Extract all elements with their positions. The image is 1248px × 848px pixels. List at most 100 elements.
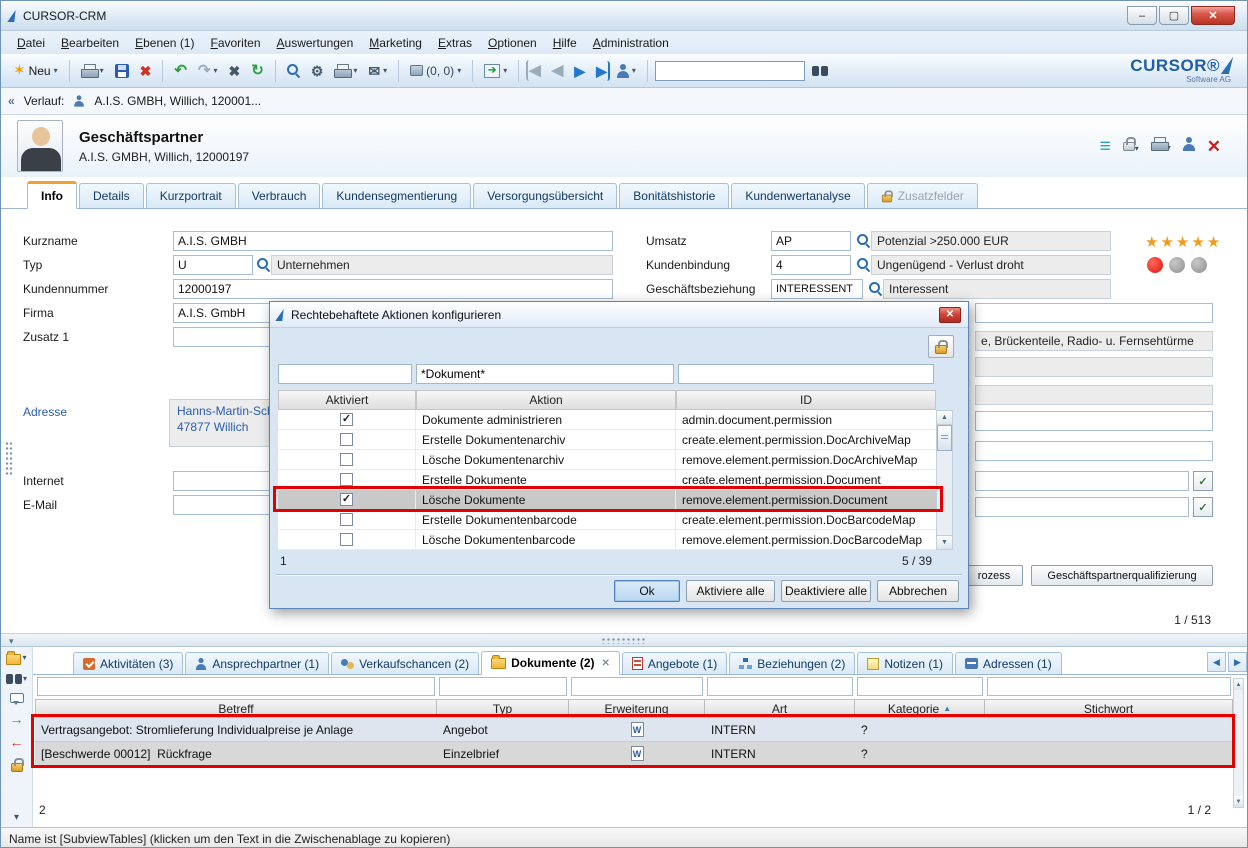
kurzname-input[interactable]: [173, 231, 613, 251]
dialog-filter-aktion[interactable]: [416, 364, 674, 384]
dialog-table-row[interactable]: Erstelle Dokumentenarchiv create.element…: [278, 430, 936, 450]
mail-button[interactable]: ✉ ▾: [364, 61, 391, 81]
tab-scroll-right-button[interactable]: ▶: [1228, 652, 1247, 672]
field-label-adresse[interactable]: Adresse: [23, 405, 67, 419]
column-header-typ[interactable]: Typ: [437, 699, 569, 718]
lookup-icon[interactable]: [869, 282, 882, 295]
lock-record-button[interactable]: ▾: [1123, 137, 1139, 156]
subview-collapse-control[interactable]: ▾: [14, 812, 19, 823]
dialog-filter-id[interactable]: [678, 364, 934, 384]
save-button[interactable]: [111, 61, 133, 81]
dialog-column-aktion[interactable]: Aktion: [416, 390, 676, 410]
menu-datei[interactable]: Datei: [9, 33, 53, 53]
tab-versorgungsuebersicht[interactable]: Versorgungsübersicht: [473, 183, 617, 208]
lookup-edit-button[interactable]: [283, 61, 304, 80]
nav-prev-button[interactable]: ◀: [548, 60, 568, 81]
activate-all-button[interactable]: Aktiviere alle: [686, 580, 775, 602]
lookup-icon[interactable]: [857, 234, 870, 247]
marked-records-control[interactable]: (0, 0) ▾: [406, 61, 465, 81]
refresh-button[interactable]: ↻: [247, 60, 268, 81]
nav-last-button[interactable]: ▶: [592, 61, 610, 81]
delete-button[interactable]: ✖: [136, 61, 156, 81]
status-text[interactable]: Name ist [SubviewTables] (klicken um den…: [9, 832, 450, 846]
right-field-2[interactable]: [975, 411, 1213, 431]
minimize-button[interactable]: –: [1127, 6, 1157, 25]
assign-person-button[interactable]: [1183, 137, 1195, 156]
vertical-splitter-handle[interactable]: [5, 441, 13, 477]
menu-bearbeiten[interactable]: Bearbeiten: [53, 33, 127, 53]
checkout-icon[interactable]: ←: [10, 735, 24, 749]
dialog-filter-aktiviert[interactable]: [278, 364, 412, 384]
checkbox[interactable]: ✓: [340, 413, 353, 426]
export-button[interactable]: ➔ ▾: [480, 61, 511, 81]
close-button[interactable]: ✕: [1191, 6, 1235, 25]
filter-betreff-input[interactable]: [37, 677, 435, 696]
layout-menu-icon[interactable]: ≡: [1100, 137, 1111, 156]
tab-scroll-left-button[interactable]: ◀: [1207, 652, 1226, 672]
kundennummer-input[interactable]: [173, 279, 613, 299]
column-header-art[interactable]: Art: [705, 699, 855, 718]
menu-extras[interactable]: Extras: [430, 33, 480, 53]
menu-auswertungen[interactable]: Auswertungen: [269, 33, 362, 53]
dialog-lock-button[interactable]: [928, 335, 954, 358]
subtab-aktivitaeten[interactable]: Aktivitäten (3): [73, 652, 183, 674]
deactivate-all-button[interactable]: Deaktiviere alle: [781, 580, 871, 602]
geschaeftsbeziehung-code-input[interactable]: [771, 279, 863, 299]
dialog-scrollbar[interactable]: ▲ ▼: [936, 410, 953, 550]
dialog-table-row[interactable]: Erstelle Dokumente create.element.permis…: [278, 470, 936, 490]
menu-favoriten[interactable]: Favoriten: [202, 33, 268, 53]
find-button[interactable]: [808, 63, 832, 79]
print-button[interactable]: ▾: [77, 61, 108, 80]
checkbox[interactable]: [340, 433, 353, 446]
splitter-collapse-icon[interactable]: ▾: [9, 636, 14, 647]
lock-icon[interactable]: [11, 763, 23, 772]
cancel-button[interactable]: Abbrechen: [877, 580, 959, 602]
right-field-5[interactable]: [975, 497, 1189, 517]
dialog-column-aktiviert[interactable]: Aktiviert: [278, 390, 416, 410]
redo-button[interactable]: ↷ ▾: [194, 60, 222, 81]
lookup-icon[interactable]: [857, 258, 870, 271]
subtab-ansprechpartner[interactable]: Ansprechpartner (1): [185, 652, 329, 674]
filter-kategorie-input[interactable]: [857, 677, 983, 696]
column-header-kategorie[interactable]: Kategorie▲: [855, 699, 985, 718]
checkin-icon[interactable]: →: [10, 712, 24, 726]
checkbox[interactable]: [340, 533, 353, 546]
new-button[interactable]: ✶ Neu ▾: [9, 60, 62, 81]
subtab-notizen[interactable]: Notizen (1): [857, 652, 953, 674]
prozess-button[interactable]: rozess: [965, 565, 1023, 586]
checkbox[interactable]: [340, 473, 353, 486]
subview-search-button[interactable]: ▾: [6, 674, 27, 684]
table-row[interactable]: [Beschwerde 00012] Rückfrage Einzelbrief…: [35, 742, 1233, 766]
checkbox[interactable]: [340, 453, 353, 466]
filter-erweiterung-input[interactable]: [571, 677, 703, 696]
print-preview-button[interactable]: ▾: [330, 61, 361, 80]
subtab-adressen[interactable]: Adressen (1): [955, 652, 1062, 674]
right-field-1[interactable]: [975, 303, 1213, 323]
maximize-button[interactable]: ▢: [1159, 6, 1189, 25]
column-header-betreff[interactable]: Betreff: [35, 699, 437, 718]
dialog-table-row[interactable]: Lösche Dokumentenbarcode remove.element.…: [278, 530, 936, 550]
menu-administration[interactable]: Administration: [585, 33, 677, 53]
scrollbar-thumb[interactable]: [937, 425, 952, 451]
scroll-up-icon[interactable]: ▲: [937, 411, 952, 425]
quick-search-input[interactable]: [655, 61, 805, 81]
filter-typ-input[interactable]: [439, 677, 567, 696]
scroll-down-icon[interactable]: ▼: [937, 535, 952, 549]
dialog-table-row[interactable]: ✓ Dokumente administrieren admin.documen…: [278, 410, 936, 430]
right-field-3[interactable]: [975, 441, 1213, 461]
subtab-verkaufschancen[interactable]: Verkaufschancen (2): [331, 652, 479, 674]
subtab-dokumente[interactable]: Dokumente (2)✕: [481, 651, 620, 675]
nav-next-button[interactable]: ▶: [570, 61, 589, 81]
tab-kundenwertanalyse[interactable]: Kundenwertanalyse: [731, 183, 864, 208]
subtab-beziehungen[interactable]: Beziehungen (2): [729, 652, 855, 674]
tab-info[interactable]: Info: [27, 181, 77, 209]
menu-ebenen[interactable]: Ebenen (1): [127, 33, 202, 53]
nav-first-button[interactable]: ◀: [526, 60, 545, 81]
umsatz-code-input[interactable]: [771, 231, 851, 251]
dialog-column-id[interactable]: ID: [676, 390, 936, 410]
tab-kundensegmentierung[interactable]: Kundensegmentierung: [322, 183, 471, 208]
column-header-stichwort[interactable]: Stichwort: [985, 699, 1233, 718]
table-row[interactable]: Vertragsangebot: Stromlieferung Individu…: [35, 718, 1233, 742]
kundenbindung-code-input[interactable]: [771, 255, 851, 275]
checkbox[interactable]: ✓: [340, 493, 353, 506]
